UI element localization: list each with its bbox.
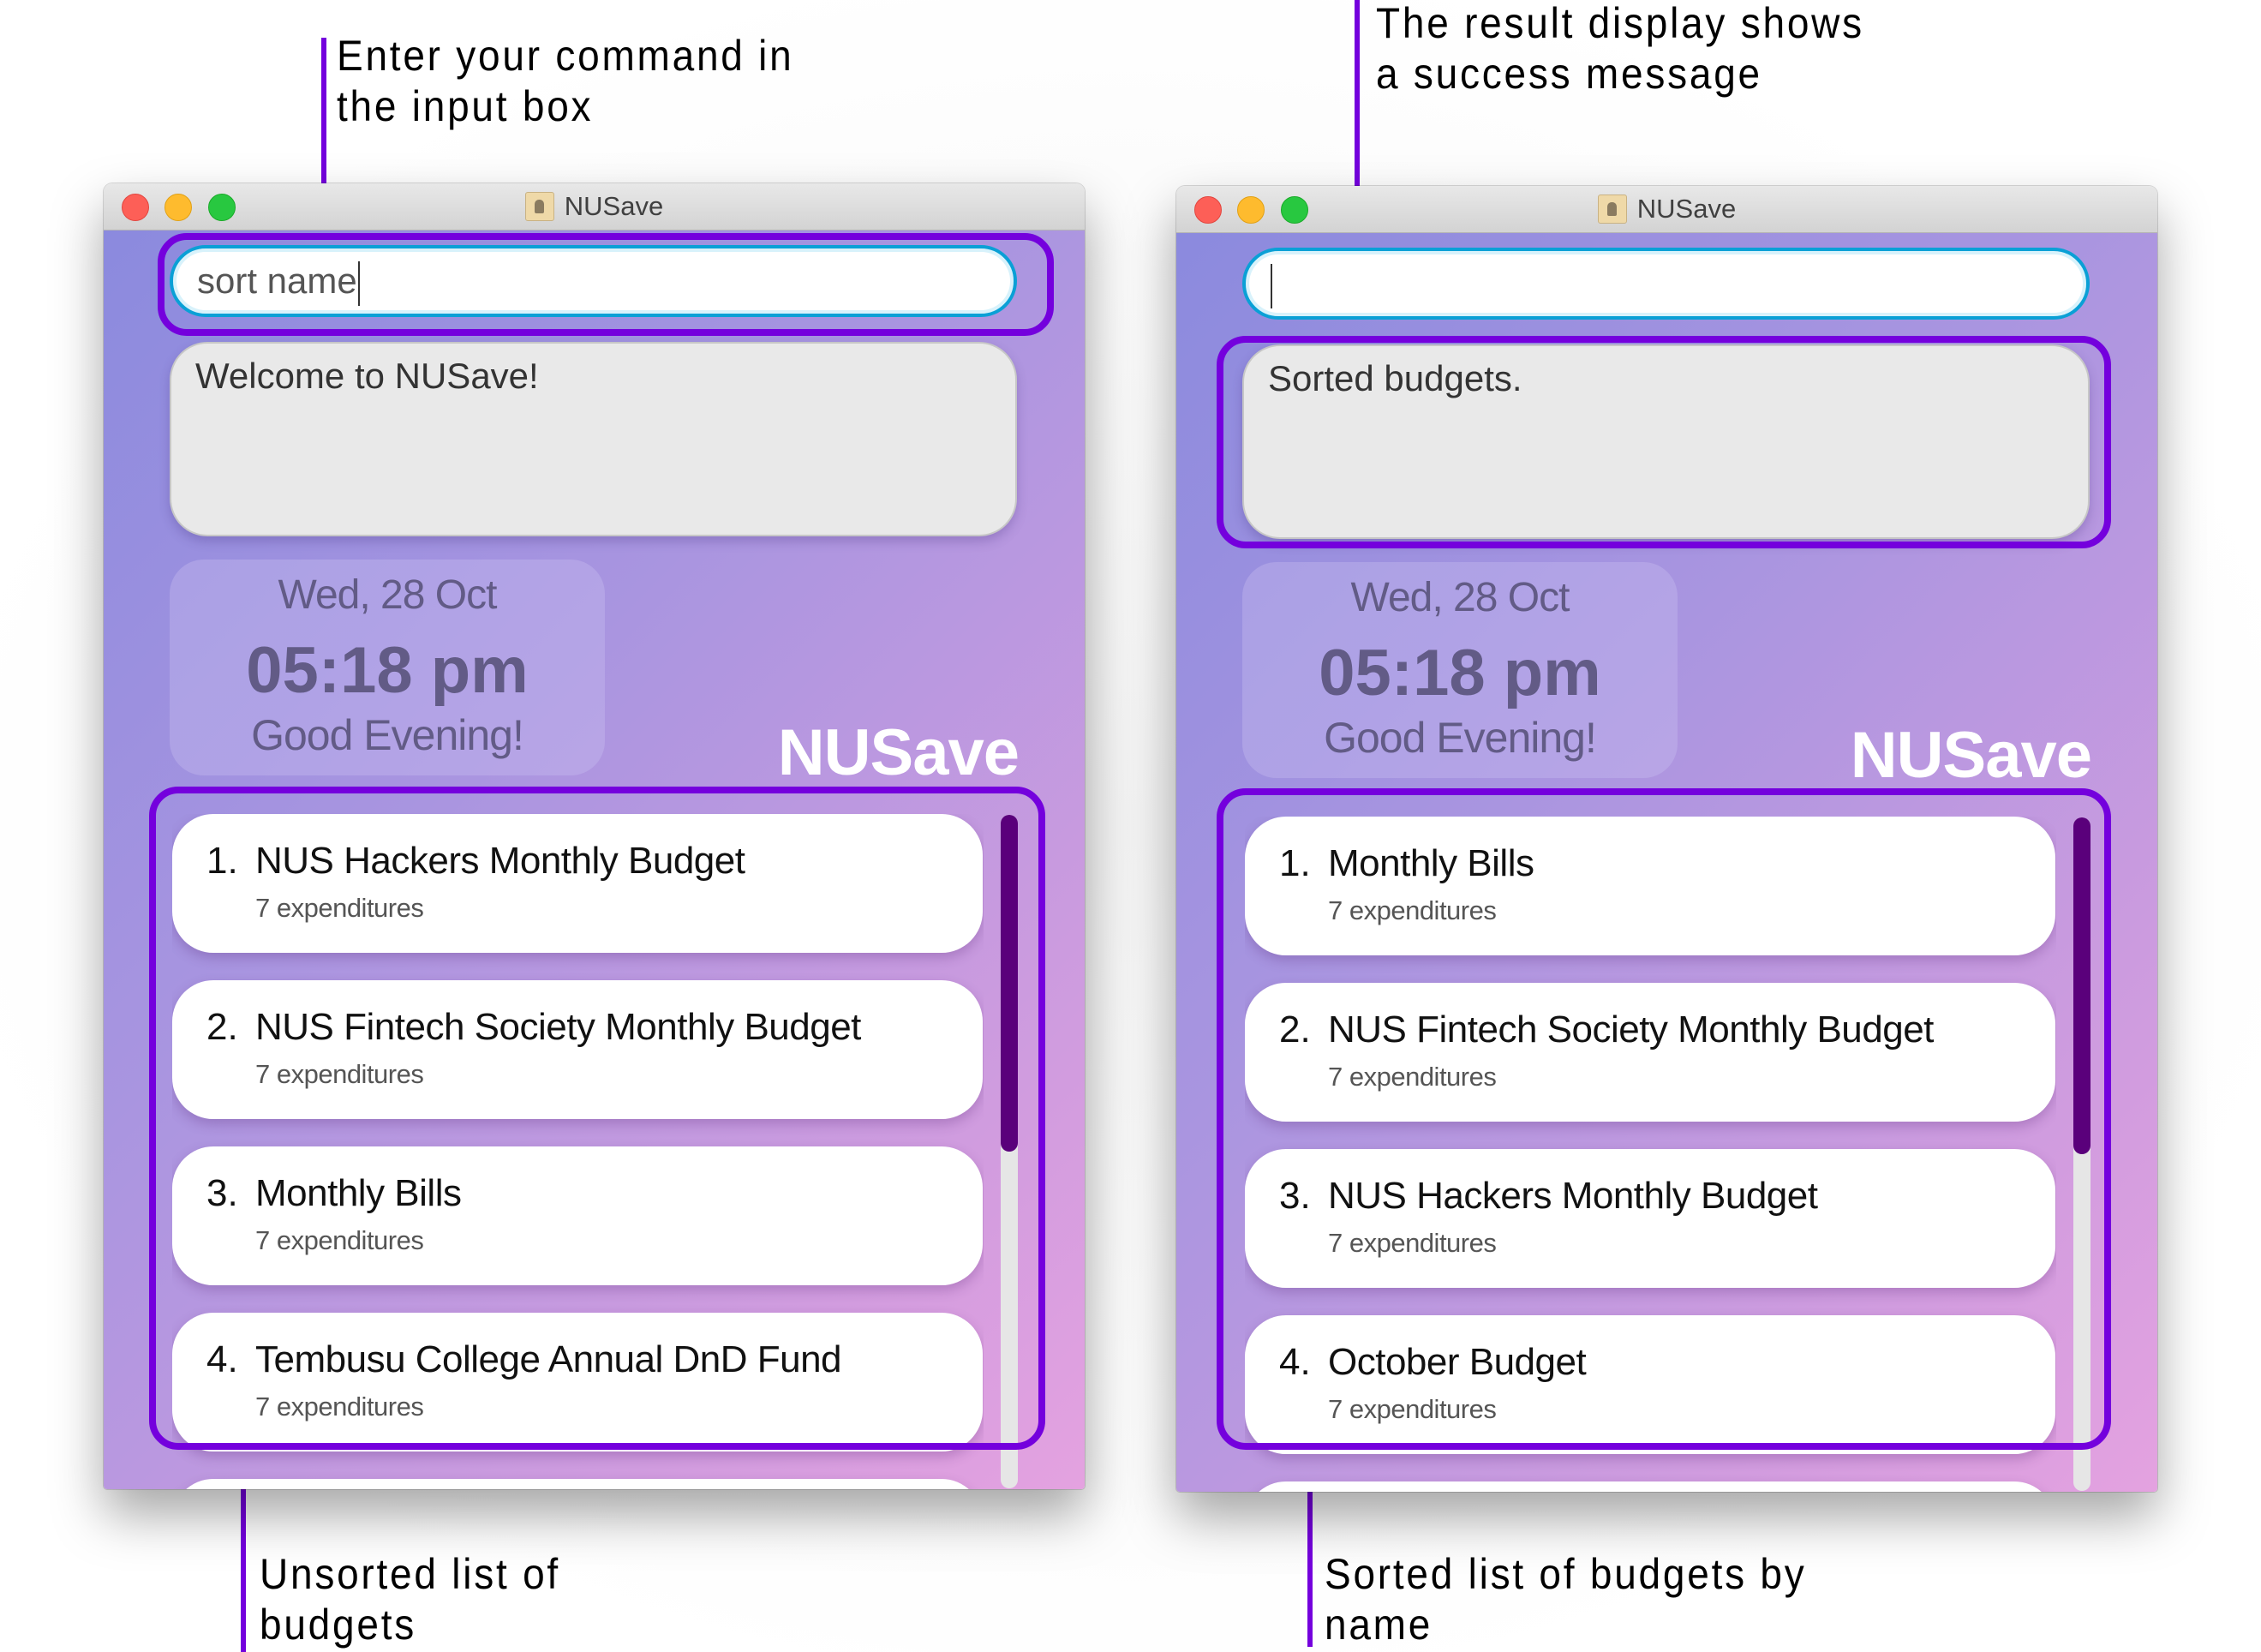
budget-name: October Budget	[1328, 1341, 1587, 1383]
window-title: NUSave	[1636, 194, 1737, 224]
command-input-value: sort name	[197, 260, 357, 301]
clock-time: 05:18 pm	[1319, 637, 1601, 709]
budget-index: 3.	[1279, 1175, 1311, 1217]
result-text: Sorted budgets.	[1268, 358, 1522, 398]
command-input[interactable]: sort name	[170, 245, 1017, 317]
budget-name: NUS Fintech Society Monthly Budget	[1328, 1009, 1934, 1050]
annotation-unsorted-text: Unsorted list of budgets	[260, 1550, 560, 1649]
annotation-input-text: Enter your command in the input box	[337, 32, 794, 130]
list-scrollbar[interactable]	[2073, 817, 2091, 1491]
clock-date: Wed, 28 Oct	[1350, 575, 1570, 620]
budget-card[interactable]: 2. NUS Fintech Society Monthly Budget 7 …	[172, 980, 983, 1119]
result-display: Sorted budgets.	[1242, 344, 2090, 539]
result-display: Welcome to NUSave!	[170, 342, 1017, 536]
budget-index: 1.	[206, 840, 238, 882]
budget-index: 4.	[1279, 1341, 1311, 1383]
budget-expenditure-count: 7 expenditures	[1328, 1062, 1497, 1092]
budget-index: 2.	[206, 1006, 238, 1048]
app-content: Sorted budgets. Wed, 28 Oct 05:18 pm Goo…	[1176, 233, 2157, 1492]
budget-name: NUS Hackers Monthly Budget	[255, 840, 745, 882]
budget-card[interactable]: 3. Monthly Bills 7 expenditures	[172, 1146, 983, 1285]
budget-index: 4.	[206, 1338, 238, 1380]
nusave-window-before: NUSave sort name Welcome to NUSave! Wed,…	[104, 183, 1085, 1489]
budget-name: NUS Fintech Society Monthly Budget	[255, 1006, 861, 1048]
budget-name: Monthly Bills	[1328, 842, 1534, 884]
list-scrollbar-thumb[interactable]	[2073, 817, 2091, 1154]
budget-index: 3.	[206, 1172, 238, 1214]
list-scrollbar[interactable]	[1001, 815, 1018, 1488]
title-bar[interactable]: NUSave	[104, 183, 1085, 230]
brand-label: NUSave	[1850, 719, 2092, 792]
app-icon	[1597, 195, 1627, 224]
annotation-result-text: The result display shows a success messa…	[1376, 0, 1864, 98]
budget-expenditure-count: 7 expenditures	[1328, 895, 1497, 925]
clock-greeting: Good Evening!	[251, 711, 524, 759]
brand-label: NUSave	[777, 716, 1020, 789]
result-text: Welcome to NUSave!	[195, 356, 539, 396]
clock-greeting: Good Evening!	[1324, 714, 1597, 762]
budget-list[interactable]: 1. NUS Hackers Monthly Budget 7 expendit…	[172, 814, 984, 1489]
budget-card[interactable]: 4. Tembusu College Annual DnD Fund 7 exp…	[172, 1313, 983, 1451]
clock-time: 05:18 pm	[246, 634, 529, 707]
window-title: NUSave	[564, 191, 664, 221]
budget-name: Monthly Bills	[255, 1172, 462, 1214]
budget-index: 1.	[1279, 842, 1311, 884]
text-caret	[357, 260, 360, 306]
budget-index: 2.	[1279, 1009, 1311, 1050]
budget-card-partial[interactable]	[172, 1479, 983, 1489]
budget-expenditure-count: 7 expenditures	[255, 1059, 424, 1089]
budget-expenditure-count: 7 expenditures	[255, 1225, 424, 1255]
clock-widget: Wed, 28 Oct 05:18 pm Good Evening!	[1242, 562, 1678, 778]
budget-card[interactable]: 1. Monthly Bills 7 expenditures	[1245, 817, 2055, 955]
budget-expenditure-count: 7 expenditures	[1328, 1394, 1497, 1424]
budget-name: NUS Hackers Monthly Budget	[1328, 1175, 1818, 1217]
budget-name: Tembusu College Annual DnD Fund	[255, 1338, 842, 1380]
budget-list[interactable]: 1. Monthly Bills 7 expenditures 2. NUS F…	[1245, 817, 2056, 1492]
text-caret	[1271, 263, 1272, 308]
budget-card[interactable]: 2. NUS Fintech Society Monthly Budget 7 …	[1245, 983, 2055, 1122]
budget-card[interactable]: 4. October Budget 7 expenditures	[1245, 1315, 2055, 1454]
list-scrollbar-thumb[interactable]	[1001, 815, 1018, 1152]
clock-widget: Wed, 28 Oct 05:18 pm Good Evening!	[170, 560, 605, 775]
command-input[interactable]	[1242, 248, 2090, 320]
clock-date: Wed, 28 Oct	[278, 572, 498, 618]
annotation-sorted-text: Sorted list of budgets by name	[1325, 1550, 1807, 1649]
app-icon	[524, 192, 554, 221]
budget-expenditure-count: 7 expenditures	[255, 1392, 424, 1422]
app-content: sort name Welcome to NUSave! Wed, 28 Oct…	[104, 230, 1085, 1489]
budget-expenditure-count: 7 expenditures	[1328, 1228, 1497, 1258]
budget-card[interactable]: 3. NUS Hackers Monthly Budget 7 expendit…	[1245, 1149, 2055, 1288]
nusave-window-after: NUSave Sorted budgets. Wed, 28 Oct 05:18…	[1176, 186, 2157, 1492]
budget-expenditure-count: 7 expenditures	[255, 893, 424, 923]
budget-card[interactable]: 1. NUS Hackers Monthly Budget 7 expendit…	[172, 814, 983, 953]
title-bar[interactable]: NUSave	[1176, 186, 2157, 233]
budget-card-partial[interactable]	[1245, 1481, 2055, 1492]
